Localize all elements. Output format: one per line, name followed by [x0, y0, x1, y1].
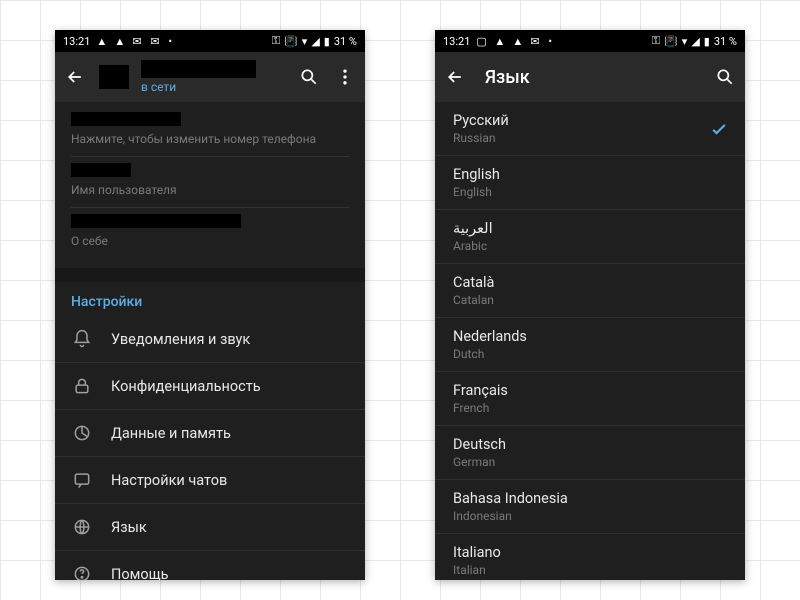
language-native-name: English [453, 166, 500, 183]
vibrate-icon: 📳 [284, 35, 298, 48]
bio-redacted [71, 214, 241, 228]
language-english-name: Italian [453, 563, 501, 577]
notif-icon: ▲ [96, 35, 108, 47]
lock-icon [71, 375, 93, 397]
globe-icon [71, 516, 93, 538]
language-english-name: Indonesian [453, 509, 568, 523]
battery-icon: ▮ [324, 35, 330, 48]
battery-text: 31 % [714, 35, 737, 48]
language-item[interactable]: العربية Arabic [435, 210, 745, 264]
language-native-name: Nederlands [453, 328, 527, 345]
more-icon: • [168, 35, 172, 48]
language-english-name: Dutch [453, 347, 527, 361]
notif-icon: ▲ [512, 35, 524, 47]
appbar: Язык [435, 52, 745, 102]
online-status: в сети [141, 80, 256, 94]
mail-icon: ✉ [150, 35, 162, 47]
settings-item-label: Уведомления и звук [111, 331, 250, 348]
username-field[interactable]: Имя пользователя [71, 157, 349, 208]
language-english-name: Catalan [453, 293, 494, 307]
language-item[interactable]: Italiano Italian [435, 534, 745, 580]
language-item[interactable]: Русский Russian [435, 102, 745, 156]
username-redacted [71, 163, 131, 177]
language-english-name: French [453, 401, 508, 415]
mail-icon: ✉ [530, 35, 542, 47]
language-native-name: Deutsch [453, 436, 506, 453]
notif-icon: ▲ [114, 35, 126, 47]
wifi-icon: ▾ [302, 35, 308, 48]
language-native-name: العربية [453, 220, 493, 237]
bio-label: О себе [71, 234, 349, 248]
image-icon: ▢ [476, 35, 488, 47]
language-item[interactable]: Français French [435, 372, 745, 426]
settings-list: Уведомления и звук Конфиденциальность Да… [55, 316, 365, 580]
wifi-icon: ▾ [682, 35, 688, 48]
more-icon: • [548, 35, 552, 48]
settings-item-language[interactable]: Язык [55, 504, 365, 551]
language-item[interactable]: English English [435, 156, 745, 210]
phone-label: Нажмите, чтобы изменить номер телефона [71, 132, 349, 146]
settings-item-chats[interactable]: Настройки чатов [55, 457, 365, 504]
signal-icon: ◢ [691, 35, 699, 48]
search-button[interactable] [713, 65, 737, 89]
bell-icon [71, 328, 93, 350]
notif-icon: ▲ [494, 35, 506, 47]
overflow-button[interactable] [333, 65, 357, 89]
language-native-name: Русский [453, 112, 509, 129]
settings-item-privacy[interactable]: Конфиденциальность [55, 363, 365, 410]
language-list: Русский Russian English English العربية Arabi… [435, 102, 745, 580]
bio-field[interactable]: О себе [71, 208, 349, 258]
phone-field[interactable]: Нажмите, чтобы изменить номер телефона [71, 106, 349, 157]
language-native-name: Català [453, 274, 494, 291]
back-button[interactable] [63, 65, 87, 89]
language-native-name: Bahasa Indonesia [453, 490, 568, 507]
language-english-name: English [453, 185, 500, 199]
signal-icon: ◢ [311, 35, 319, 48]
username-label: Имя пользователя [71, 183, 349, 197]
key-icon: ⚿ [652, 34, 660, 48]
settings-item-label: Конфиденциальность [111, 378, 261, 395]
status-time: 13:21 [63, 35, 90, 48]
language-item[interactable]: Deutsch German [435, 426, 745, 480]
phone-redacted [71, 112, 181, 126]
mail-icon: ✉ [132, 35, 144, 47]
language-english-name: Russian [453, 131, 509, 145]
language-item[interactable]: Nederlands Dutch [435, 318, 745, 372]
section-divider [55, 268, 365, 282]
username-redacted [141, 60, 256, 78]
search-button[interactable] [297, 65, 321, 89]
language-screen: 13:21 ▢ ▲ ▲ ✉ • ⚿ 📳 ▾ ◢ ▮ 31 % Язык Русс… [435, 30, 745, 580]
vibrate-icon: 📳 [664, 35, 678, 48]
settings-item-label: Язык [111, 519, 147, 536]
check-icon [709, 119, 729, 139]
appbar: в сети [55, 52, 365, 102]
back-button[interactable] [443, 65, 467, 89]
language-item[interactable]: Català Catalan [435, 264, 745, 318]
settings-item-notifications[interactable]: Уведомления и звук [55, 316, 365, 363]
status-time: 13:21 [443, 35, 470, 48]
settings-item-label: Данные и память [111, 425, 231, 442]
language-english-name: German [453, 455, 506, 469]
language-native-name: Français [453, 382, 508, 399]
language-native-name: Italiano [453, 544, 501, 561]
help-icon [71, 563, 93, 580]
settings-item-help[interactable]: Помощь [55, 551, 365, 580]
language-item[interactable]: Bahasa Indonesia Indonesian [435, 480, 745, 534]
status-bar: 13:21 ▢ ▲ ▲ ✉ • ⚿ 📳 ▾ ◢ ▮ 31 % [435, 30, 745, 52]
settings-screen: 13:21 ▲ ▲ ✉ ✉ • ⚿ 📳 ▾ ◢ ▮ 31 % в сети [55, 30, 365, 580]
battery-text: 31 % [334, 35, 357, 48]
page-title: Язык [485, 67, 530, 88]
settings-item-label: Настройки чатов [111, 472, 227, 489]
settings-item-label: Помощь [111, 566, 169, 581]
battery-icon: ▮ [704, 35, 710, 48]
pie-icon [71, 422, 93, 444]
settings-heading: Настройки [55, 282, 365, 316]
chat-icon [71, 469, 93, 491]
avatar-redacted [99, 65, 129, 89]
key-icon: ⚿ [272, 34, 280, 48]
profile-section: Нажмите, чтобы изменить номер телефона И… [55, 102, 365, 268]
language-english-name: Arabic [453, 239, 493, 253]
status-bar: 13:21 ▲ ▲ ✉ ✉ • ⚿ 📳 ▾ ◢ ▮ 31 % [55, 30, 365, 52]
settings-item-data[interactable]: Данные и память [55, 410, 365, 457]
